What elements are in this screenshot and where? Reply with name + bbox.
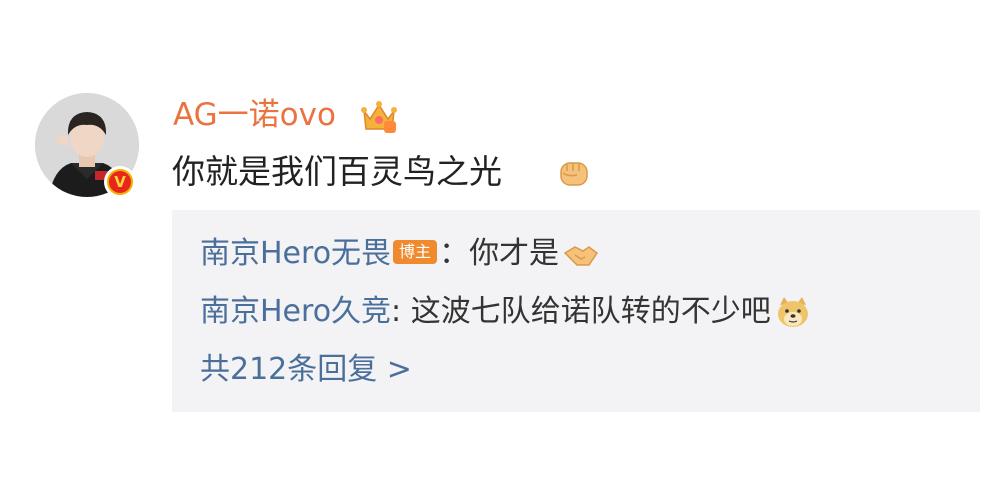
- view-all-replies-link[interactable]: 共212条回复 >: [200, 348, 412, 392]
- verified-badge: V: [104, 166, 136, 198]
- handshake-icon: [563, 246, 599, 266]
- user-name[interactable]: AG一诺ovo: [173, 95, 336, 135]
- reply-separator: :: [391, 294, 411, 329]
- host-badge: 博主: [393, 240, 438, 264]
- reply-separator: ：: [439, 236, 470, 271]
- reply-text: 这波七队给诺队转的不少吧: [410, 294, 771, 329]
- reply-author[interactable]: 南京Hero无畏: [200, 236, 391, 271]
- crown-icon[interactable]: [360, 99, 398, 135]
- reply-item: 南京Hero无畏 博主 ：你才是: [200, 232, 599, 276]
- reply-item: 南京Hero久竞: 这波七队给诺队转的不少吧: [200, 290, 811, 334]
- reply-box: 南京Hero无畏 博主 ：你才是 南京Hero久竞: 这波七队给诺队转的不少吧 共2…: [172, 210, 980, 412]
- reply-text: 你才是: [469, 236, 560, 271]
- comment-item: V AG一诺ovo 你就是我们百灵鸟之光 南京Hero无畏 博主 ：你才是 南京He…: [0, 0, 1000, 500]
- verified-icon: V: [109, 171, 131, 193]
- fist-icon: [560, 162, 588, 186]
- reply-author[interactable]: 南京Hero久竞: [200, 294, 391, 329]
- doge-icon: [777, 297, 808, 327]
- comment-text: 你就是我们百灵鸟之光: [172, 152, 502, 191]
